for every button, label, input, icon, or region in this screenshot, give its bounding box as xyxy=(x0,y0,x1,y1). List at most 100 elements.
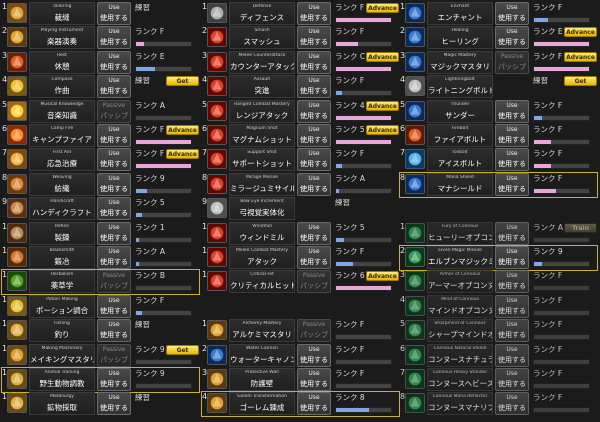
skill-row[interactable]: 6 Camp Fire キャンプファイア Use 使用する ランク F Advance xyxy=(2,124,199,148)
paw-icon[interactable] xyxy=(7,369,27,389)
smash-icon[interactable] xyxy=(207,27,227,48)
use-button[interactable]: Use 使用する xyxy=(495,270,529,294)
pickaxe-icon[interactable] xyxy=(7,393,27,414)
use-button[interactable]: Use 使用する xyxy=(297,343,331,367)
get-button[interactable]: Get xyxy=(166,344,199,355)
use-button[interactable]: Use 使用する xyxy=(297,392,331,416)
use-button[interactable]: Use 使用する xyxy=(97,172,131,196)
skill-row[interactable]: 5 Musical Knowledge 音楽知識 Passive パッシブ ランク A xyxy=(2,99,199,124)
critical-icon[interactable] xyxy=(207,271,227,292)
use-button[interactable]: Use 使用する xyxy=(495,392,529,416)
use-button[interactable]: Use 使用する xyxy=(97,246,131,269)
use-button[interactable]: Use 使用する xyxy=(97,197,131,221)
mana-reflector-icon[interactable] xyxy=(405,393,425,414)
skill-row[interactable]: 6Connous Natural ShieldコンヌースナチュラルシールドUse… xyxy=(400,343,597,368)
quill-icon[interactable] xyxy=(7,76,27,97)
armor-icon[interactable] xyxy=(405,271,425,292)
use-button[interactable]: Use 使用する xyxy=(495,343,529,367)
skill-row[interactable]: 12 Critical Hit クリティカルヒット Passive パッシブ ランク 6A… xyxy=(202,270,399,294)
use-button[interactable]: Use 使用する xyxy=(297,172,331,196)
use-button[interactable]: Use 使用する xyxy=(97,75,131,99)
mind-icon[interactable] xyxy=(405,295,425,316)
arrow-icon[interactable] xyxy=(207,125,227,145)
skill-row[interactable]: 13 Potion Making ポーション調合 Use 使用する ランク F xyxy=(2,294,199,319)
skill-row[interactable]: 7 First Aid 応急治療 Use 使用する ランク F Advance xyxy=(2,148,199,172)
use-button[interactable]: Use 使用する xyxy=(297,246,331,269)
skill-row[interactable]: 2 Playing Instrument 楽器演奏 Use 使用する ランク F xyxy=(2,26,199,50)
heavy-stander-icon[interactable] xyxy=(405,369,425,389)
skill-row[interactable]: 17 Metallurgy 鉱物採取 Use 使用する 練習 xyxy=(2,392,199,416)
skill-row[interactable]: 5 Thunder サンダー Use 使用する ランク F xyxy=(400,99,597,124)
skill-row[interactable]: 8 Mirage Missile ミラージュミサイル Use 使用する ランク A xyxy=(202,172,399,197)
skill-row[interactable]: 3Armor of ConnousアーマーオブコンヌースUse使用するランク F xyxy=(400,270,597,294)
skill-row[interactable]: 4 Assault 突進 Use 使用する ランク F xyxy=(202,75,399,99)
skill-row[interactable]: 2 Smash スマッシュ Use 使用する ランク F xyxy=(202,26,399,50)
train-button[interactable]: Train xyxy=(564,222,597,233)
skill-row[interactable]: 4 Golem Transformation ゴーレム錬成 Use 使用する ランク 8 xyxy=(201,391,400,418)
skill-row[interactable]: 3 Melee Counterattack カウンターアタック Use 使用する ランク … xyxy=(202,50,399,75)
skill-row[interactable]: 6 Magnum Shot マグナムショット Use 使用する ランク 5 Advance xyxy=(202,124,399,148)
advance-button[interactable]: Advance xyxy=(366,100,399,111)
skill-row[interactable]: 1 Enchant エンチャント Use 使用する ランク F xyxy=(400,2,597,26)
use-button[interactable]: Use 使用する xyxy=(495,368,529,391)
use-button[interactable]: Use 使用する xyxy=(495,26,529,50)
skill-row[interactable]: 6 Firebolt ファイアボルト Use 使用する ランク F xyxy=(400,124,597,148)
skill-row[interactable]: 11 Blacksmith 鍛冶 Use 使用する ランク A xyxy=(2,246,199,270)
use-button[interactable]: Use 使用する xyxy=(97,294,131,318)
use-button[interactable]: Use 使用する xyxy=(297,75,331,99)
skill-row[interactable]: 3 Protective Wall 防護壁 Use 使用する ランク F xyxy=(202,368,399,392)
skill-row[interactable]: 5Sharpmind of ConnousシャープマインドオブコンヌースUse使… xyxy=(400,319,597,343)
potion-icon[interactable] xyxy=(7,295,27,316)
fire-icon[interactable] xyxy=(405,125,425,145)
use-button[interactable]: Use 使用する xyxy=(495,172,529,196)
use-button[interactable]: Use 使用する xyxy=(97,221,131,245)
skill-row[interactable]: 3 Magic Mastery マジックマスタリ Passive パッシブ ランク F Ad… xyxy=(400,50,597,75)
skill-row[interactable]: 1 Tailoring 裁縫 Use 使用する 練習 xyxy=(2,2,199,26)
anvil-icon[interactable] xyxy=(7,247,27,267)
support-arrow-icon[interactable] xyxy=(207,149,227,170)
mana-shield-icon[interactable] xyxy=(405,173,425,194)
use-button[interactable]: Use 使用する xyxy=(97,124,131,147)
use-button[interactable]: Use 使用する xyxy=(297,221,331,245)
skill-row[interactable]: 10 Windmill ウィンドミル Use 使用する ランク 5 xyxy=(202,221,399,246)
herb-icon[interactable] xyxy=(7,271,27,292)
skill-row[interactable]: 1Fury of ConnousヒューリーオブコンヌースUse使用するランク A… xyxy=(400,221,597,246)
get-button[interactable]: Get xyxy=(564,76,597,87)
golem-icon[interactable] xyxy=(207,393,227,414)
advance-button[interactable]: Advance xyxy=(564,51,597,62)
use-button[interactable]: Use 使用する xyxy=(97,2,131,25)
use-button[interactable]: Use 使用する xyxy=(495,319,529,343)
skill-row[interactable]: 9 Bow Eye Increment 弓視覚実体化 練習 xyxy=(202,197,399,221)
natural-shield-icon[interactable] xyxy=(405,344,425,365)
sharpmind-icon[interactable] xyxy=(405,320,425,341)
use-button[interactable]: Use 使用する xyxy=(97,50,131,74)
use-button[interactable]: Use 使用する xyxy=(97,319,131,343)
use-button[interactable]: Use 使用する xyxy=(297,50,331,74)
skill-row[interactable]: 4 Compose 作曲 Use 使用する 練習 Get xyxy=(2,75,199,99)
skill-row[interactable]: 3 Rest 休憩 Use 使用する ランク E xyxy=(2,50,199,75)
use-button[interactable]: Use 使用する xyxy=(495,2,529,25)
skill-row[interactable]: 8 Weaving 紡織 Use 使用する ランク 9 xyxy=(2,172,199,197)
elven-missile-icon[interactable] xyxy=(405,247,425,267)
music-note-icon[interactable] xyxy=(7,100,27,121)
skill-row[interactable]: 7Connous Heavy StanderコンヌースヘビースタンダードUse使… xyxy=(400,368,597,392)
use-button[interactable]: Use 使用する xyxy=(297,26,331,50)
use-button[interactable]: Use 使用する xyxy=(495,124,529,147)
missile-icon[interactable] xyxy=(207,173,227,194)
advance-button[interactable]: Advance xyxy=(564,27,597,38)
skill-row[interactable]: 4 Lightningbolt ライトニングボルト 練習 Get xyxy=(400,75,597,99)
skill-row[interactable]: 14 Fishing 釣り Use 使用する 練習 xyxy=(2,319,199,343)
question-icon[interactable] xyxy=(405,76,425,97)
ore-icon[interactable] xyxy=(7,222,27,243)
use-button[interactable]: Use 使用する xyxy=(297,124,331,147)
advance-button[interactable]: Advance xyxy=(366,125,399,135)
use-button[interactable]: Use 使用する xyxy=(495,246,529,269)
charge-icon[interactable] xyxy=(207,76,227,97)
use-button[interactable]: Use 使用する xyxy=(495,99,529,123)
alchemy-icon[interactable] xyxy=(207,320,227,341)
skill-row[interactable]: 10 Refine 製錬 Use 使用する ランク 1 xyxy=(2,221,199,246)
heal-icon[interactable] xyxy=(405,27,425,48)
skill-row[interactable]: 2 Water Cannon ウォーターキャノン Use 使用する ランク F xyxy=(202,343,399,368)
skill-row[interactable]: 7 Icebolt アイスボルト Use 使用する ランク F xyxy=(400,148,597,172)
needle-icon[interactable] xyxy=(7,3,27,23)
